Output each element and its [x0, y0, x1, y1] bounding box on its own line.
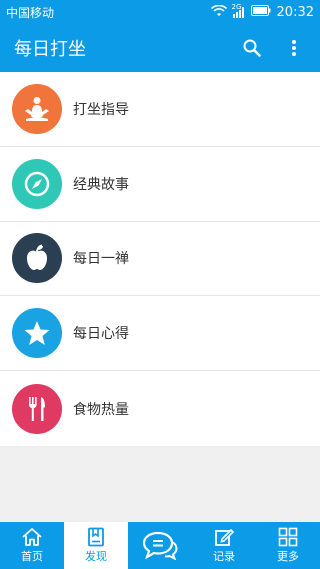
book-icon — [88, 527, 104, 547]
tab-chat[interactable] — [128, 522, 192, 569]
status-bar: 中国移动 2G 20:32 — [0, 0, 320, 24]
app-bar: 每日打坐 — [0, 24, 320, 72]
menu-item-label: 每日一禅 — [73, 251, 129, 268]
chat-icon — [142, 531, 178, 560]
menu-item-label: 食物热量 — [73, 401, 129, 418]
home-icon — [22, 528, 42, 546]
tab-discover[interactable]: 发现 — [64, 522, 128, 569]
tab-records[interactable]: 记录 — [192, 522, 256, 569]
app-title: 每日打坐 — [14, 39, 86, 60]
tab-label: 首页 — [21, 550, 43, 563]
tab-label: 更多 — [277, 550, 299, 563]
app-bar-actions — [240, 36, 306, 60]
edit-icon — [215, 528, 234, 546]
apple-icon — [12, 233, 62, 284]
meditation-icon — [12, 83, 62, 134]
fork-knife-icon — [12, 383, 62, 434]
menu-item-classic-stories[interactable]: 经典故事 — [0, 147, 320, 222]
menu-item-label: 经典故事 — [73, 176, 129, 193]
more-options-button[interactable] — [282, 36, 306, 60]
menu-item-label: 每日心得 — [73, 326, 129, 343]
status-icons: 2G 20:32 — [210, 3, 314, 20]
more-vert-icon — [292, 40, 296, 56]
battery-icon — [250, 5, 271, 19]
signal-icon: 2G — [231, 3, 245, 18]
discover-menu-list: 打坐指导 经典故事 每日一禅 每日心得 食物热量 — [0, 72, 320, 446]
tab-home[interactable]: 首页 — [0, 522, 64, 569]
network-type-label: 2G — [231, 3, 242, 11]
tab-label: 记录 — [213, 550, 235, 563]
search-icon — [243, 39, 261, 57]
bottom-tab-bar: 首页 发现 记录 更多 — [0, 522, 320, 569]
grid-icon — [278, 527, 298, 547]
menu-item-food-calories[interactable]: 食物热量 — [0, 371, 320, 446]
menu-item-meditation-guide[interactable]: 打坐指导 — [0, 72, 320, 147]
carrier-name: 中国移动 — [6, 5, 55, 20]
menu-item-label: 打坐指导 — [73, 101, 129, 118]
tab-label: 发现 — [85, 550, 107, 563]
wifi-icon — [210, 4, 227, 20]
search-button[interactable] — [240, 36, 264, 60]
compass-icon — [12, 158, 62, 209]
menu-item-daily-zen[interactable]: 每日一禅 — [0, 222, 320, 297]
star-icon — [12, 308, 62, 359]
tab-more[interactable]: 更多 — [256, 522, 320, 569]
clock: 20:32 — [276, 4, 314, 20]
menu-item-daily-insights[interactable]: 每日心得 — [0, 296, 320, 372]
